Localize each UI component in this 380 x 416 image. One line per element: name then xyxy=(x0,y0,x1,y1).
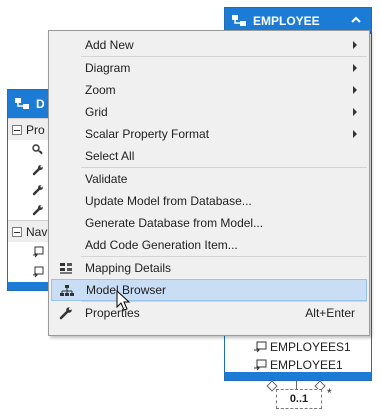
menu-item-label: Update Model from Database... xyxy=(85,194,252,208)
wrench-icon xyxy=(32,205,43,216)
menu-item-label: Mapping Details xyxy=(85,261,172,275)
menu-item-properties[interactable]: Properties Alt+Enter xyxy=(51,302,367,324)
key-icon xyxy=(32,144,43,155)
context-menu: Add New Diagram Zoom Grid Scalar Propert… xyxy=(48,30,370,336)
wrench-icon xyxy=(32,165,43,176)
menu-item-generate-database[interactable]: Generate Database from Model... xyxy=(51,212,367,234)
navigation-property-icon xyxy=(33,266,44,278)
menu-item-label: Add Code Generation Item... xyxy=(85,238,238,252)
menu-item-label: Generate Database from Model... xyxy=(85,216,264,230)
employee-navigation-list: EMPLOYEES1 EMPLOYEE1 xyxy=(225,338,371,374)
wrench-icon xyxy=(59,307,72,320)
menu-item-label: Add New xyxy=(85,38,134,52)
navigation-property-icon xyxy=(33,246,44,258)
menu-item-label: Diagram xyxy=(85,61,131,75)
collapse-toggle-icon[interactable] xyxy=(12,124,22,135)
menu-item-shortcut: Alt+Enter xyxy=(305,306,355,320)
entity-left-title: D xyxy=(36,97,45,111)
menu-item-zoom[interactable]: Zoom xyxy=(51,79,367,101)
menu-item-add-new[interactable]: Add New xyxy=(51,34,367,56)
navigation-property-icon xyxy=(254,359,267,371)
menu-item-label: Scalar Property Format xyxy=(85,127,210,141)
model-browser-icon xyxy=(60,285,74,296)
navigation-section-label: Nav xyxy=(26,224,48,239)
entity-type-icon xyxy=(15,98,29,109)
menu-item-label: Validate xyxy=(85,172,128,186)
navigation-property-label: EMPLOYEES1 xyxy=(270,340,351,354)
mapping-details-icon xyxy=(60,263,72,274)
menu-item-add-code-generation[interactable]: Add Code Generation Item... xyxy=(51,234,367,256)
submenu-arrow-icon xyxy=(353,130,357,138)
menu-item-select-all[interactable]: Select All xyxy=(51,145,367,167)
menu-item-scalar-property-format[interactable]: Scalar Property Format xyxy=(51,123,367,145)
navigation-property-item[interactable]: EMPLOYEES1 xyxy=(225,338,371,356)
submenu-arrow-icon xyxy=(353,64,357,72)
menu-item-label: Grid xyxy=(85,105,108,119)
collapse-chevron-icon[interactable] xyxy=(349,13,363,27)
multiplicity-star-label: * xyxy=(327,386,332,400)
menu-item-model-browser[interactable]: Model Browser xyxy=(51,279,367,301)
navigation-property-icon xyxy=(254,341,267,353)
entity-employee-title: EMPLOYEE xyxy=(253,14,320,28)
menu-item-validate[interactable]: Validate xyxy=(51,168,367,190)
menu-item-diagram[interactable]: Diagram xyxy=(51,57,367,79)
submenu-arrow-icon xyxy=(353,108,357,116)
collapse-toggle-icon[interactable] xyxy=(12,226,22,237)
menu-item-mapping-details[interactable]: Mapping Details xyxy=(51,257,367,279)
menu-item-grid[interactable]: Grid xyxy=(51,101,367,123)
submenu-arrow-icon xyxy=(353,86,357,94)
entity-footer-bar xyxy=(225,372,371,380)
entity-type-icon xyxy=(232,15,246,26)
properties-section-label: Pro xyxy=(26,122,45,137)
submenu-arrow-icon xyxy=(353,41,357,49)
multiplicity-label[interactable]: 0..1 xyxy=(276,389,322,409)
mouse-cursor-icon xyxy=(116,290,131,311)
wrench-icon xyxy=(32,185,43,196)
menu-item-label: Select All xyxy=(85,149,135,163)
navigation-property-label: EMPLOYEE1 xyxy=(270,358,343,372)
menu-item-label: Zoom xyxy=(85,83,116,97)
menu-item-update-model[interactable]: Update Model from Database... xyxy=(51,190,367,212)
